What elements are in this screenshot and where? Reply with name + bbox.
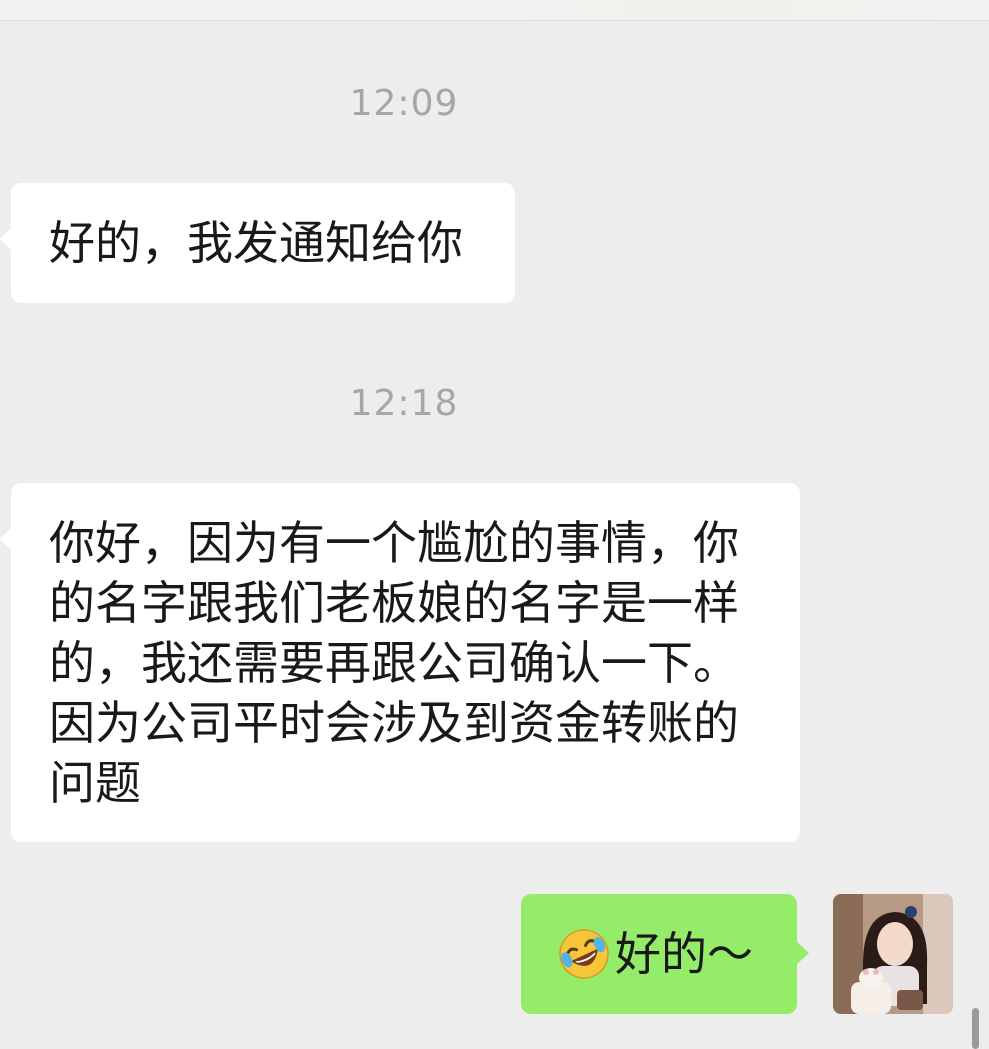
timestamp: 12:18 (349, 383, 459, 424)
message-bubble-outgoing[interactable]: 好的～ (521, 894, 809, 1014)
top-bar-edge (0, 0, 989, 21)
message-text: 好的～ (615, 927, 753, 981)
message-bubble-incoming[interactable]: 好的，我发通知给你 (0, 183, 515, 303)
user-avatar-photo-icon (833, 894, 953, 1014)
message-text: 你好，因为有一个尴尬的事情，你 的名字跟我们老板娘的名字是一样 的，我还需要再跟… (49, 516, 739, 810)
timestamp: 12:09 (349, 83, 459, 124)
message-text: 好的，我发通知给你 (49, 216, 463, 270)
scrollbar[interactable] (972, 1008, 979, 1049)
rolling-on-floor-laughing-emoji-icon (557, 927, 611, 981)
avatar[interactable] (833, 894, 953, 1014)
message-bubble-incoming[interactable]: 你好，因为有一个尴尬的事情，你 的名字跟我们老板娘的名字是一样 的，我还需要再跟… (0, 483, 800, 842)
